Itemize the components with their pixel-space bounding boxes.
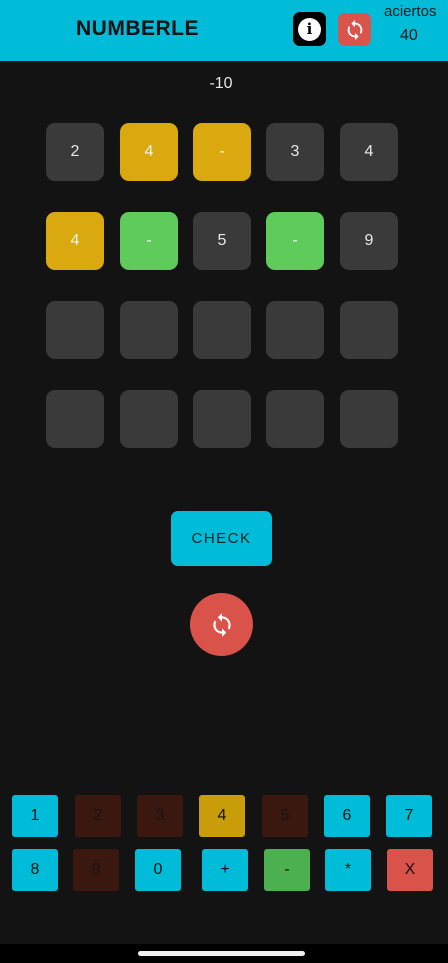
check-button[interactable]: CHECK — [171, 511, 272, 566]
grid-cell-r3-c2 — [120, 301, 178, 359]
info-icon: i — [298, 17, 321, 41]
key-2[interactable]: 2 — [75, 795, 121, 837]
grid-cell-r2-c5: 9 — [340, 212, 398, 270]
key-multiply[interactable]: * — [325, 849, 371, 891]
grid-cell-r3-c3 — [193, 301, 251, 359]
key-9[interactable]: 9 — [73, 849, 119, 891]
grid-cell-r4-c4 — [266, 390, 324, 448]
grid-cell-r2-c3: 5 — [193, 212, 251, 270]
new-game-button[interactable] — [190, 593, 253, 656]
key-4[interactable]: 4 — [199, 795, 245, 837]
app-header: NUMBERLE i aciertos 40 — [0, 0, 448, 61]
score-label: aciertos — [384, 3, 437, 20]
system-nav-bar — [0, 944, 448, 963]
target-value: -10 — [209, 75, 233, 92]
app-title: NUMBERLE — [76, 17, 199, 40]
grid-cell-r1-c4: 3 — [266, 123, 324, 181]
key-plus[interactable]: + — [202, 849, 248, 891]
grid-cell-r2-c1: 4 — [46, 212, 104, 270]
grid-cell-r1-c5: 4 — [340, 123, 398, 181]
grid-cell-r3-c5 — [340, 301, 398, 359]
refresh-icon — [212, 612, 231, 637]
grid-cell-r2-c2: - — [120, 212, 178, 270]
refresh-icon — [347, 19, 362, 40]
home-handle[interactable] — [138, 951, 305, 956]
key-8[interactable]: 8 — [12, 849, 58, 891]
grid-cell-r1-c1: 2 — [46, 123, 104, 181]
key-delete[interactable]: X — [387, 849, 433, 891]
numberle-screen: NUMBERLE i aciertos 40 -10 2 4 - 3 4 4 -… — [0, 0, 448, 963]
key-3[interactable]: 3 — [137, 795, 183, 837]
key-0[interactable]: 0 — [135, 849, 181, 891]
key-5[interactable]: 5 — [262, 795, 308, 837]
score-value: 40 — [400, 27, 418, 44]
grid-cell-r4-c1 — [46, 390, 104, 448]
key-7[interactable]: 7 — [386, 795, 432, 837]
key-minus[interactable]: - — [264, 849, 310, 891]
grid-cell-r4-c3 — [193, 390, 251, 448]
grid-cell-r4-c5 — [340, 390, 398, 448]
key-1[interactable]: 1 — [12, 795, 58, 837]
grid-cell-r1-c2: 4 — [120, 123, 178, 181]
key-6[interactable]: 6 — [324, 795, 370, 837]
grid-cell-r3-c4 — [266, 301, 324, 359]
info-button[interactable]: i — [293, 12, 326, 46]
grid-cell-r3-c1 — [46, 301, 104, 359]
grid-cell-r1-c3: - — [193, 123, 251, 181]
grid-cell-r4-c2 — [120, 390, 178, 448]
grid-cell-r2-c4: - — [266, 212, 324, 270]
reset-button[interactable] — [338, 13, 371, 46]
